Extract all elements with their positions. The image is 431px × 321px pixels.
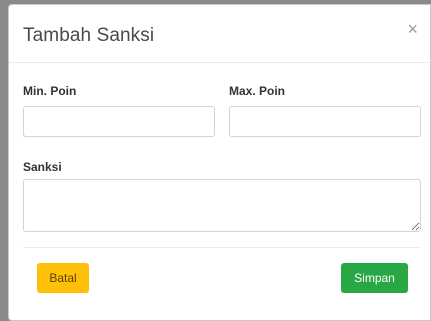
modal-header: Tambah Sanksi × [9,5,430,63]
max-poin-input[interactable] [229,106,421,137]
sanksi-textarea[interactable] [23,179,421,232]
footer-divider [23,247,420,248]
max-poin-label: Max. Poin [229,84,286,98]
add-sanction-modal: Tambah Sanksi × Min. Poin Max. Poin Sank… [8,4,431,321]
modal-title: Tambah Sanksi [23,25,155,46]
min-poin-label: Min. Poin [23,84,77,98]
close-button[interactable]: × [407,20,418,38]
save-button[interactable]: Simpan [341,263,408,293]
min-poin-input[interactable] [23,106,215,137]
sanksi-label: Sanksi [23,160,62,174]
cancel-button[interactable]: Batal [37,263,89,293]
